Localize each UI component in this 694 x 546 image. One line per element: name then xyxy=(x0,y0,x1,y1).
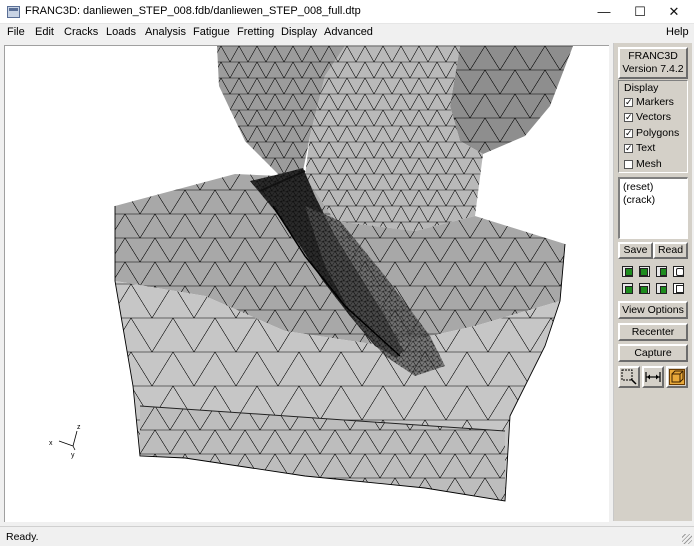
save-view-button[interactable]: Save xyxy=(618,242,653,259)
menu-display[interactable]: Display xyxy=(281,26,317,38)
recenter-button[interactable]: Recenter xyxy=(618,323,688,341)
checkbox-text-box[interactable]: ✓ xyxy=(624,144,633,153)
model-viewport[interactable]: z x y xyxy=(4,45,609,522)
checkbox-polygons-box[interactable]: ✓ xyxy=(624,129,633,138)
axis-label-z: z xyxy=(77,424,81,431)
menu-advanced[interactable]: Advanced xyxy=(324,26,373,38)
view-wireframe-icon[interactable] xyxy=(671,280,687,296)
menu-bar: File Edit Cracks Loads Analysis Fatigue … xyxy=(0,24,694,42)
saved-views-list[interactable]: (reset) (crack) xyxy=(618,177,688,239)
menu-loads[interactable]: Loads xyxy=(106,26,136,38)
minimize-button[interactable]: — xyxy=(584,0,624,24)
bounding-box-icon[interactable] xyxy=(666,366,688,388)
measure-icon[interactable] xyxy=(642,366,664,388)
close-button[interactable]: ✕ xyxy=(654,0,694,24)
view-options-button[interactable]: View Options xyxy=(618,301,688,319)
title-bar: FRANC3D: danliewen_STEP_008.fdb/danliewe… xyxy=(0,0,694,24)
app-version: Version 7.4.2 xyxy=(622,63,684,75)
capture-button[interactable]: Capture xyxy=(618,344,688,362)
view-front-icon[interactable] xyxy=(620,263,636,279)
resize-grip[interactable] xyxy=(682,534,692,544)
status-text: Ready. xyxy=(6,531,39,543)
axis-label-x: x xyxy=(49,440,53,447)
menu-fretting[interactable]: Fretting xyxy=(237,26,274,38)
view-bottom-icon[interactable] xyxy=(654,280,670,296)
view-top-icon[interactable] xyxy=(637,280,653,296)
menu-fatigue[interactable]: Fatigue xyxy=(193,26,230,38)
checkbox-vectors-box[interactable]: ✓ xyxy=(624,113,633,122)
view-back-icon[interactable] xyxy=(637,263,653,279)
app-name: FRANC3D xyxy=(628,50,678,62)
list-item[interactable]: (crack) xyxy=(623,194,684,207)
menu-help[interactable]: Help xyxy=(666,26,689,38)
read-view-button[interactable]: Read xyxy=(653,242,688,259)
menu-cracks[interactable]: Cracks xyxy=(64,26,98,38)
status-bar: Ready. xyxy=(0,526,694,546)
app-icon xyxy=(7,6,20,18)
view-iso-icon[interactable] xyxy=(671,263,687,279)
checkbox-mesh-box[interactable] xyxy=(624,160,633,169)
checkbox-markers-box[interactable]: ✓ xyxy=(624,98,633,107)
axis-triad: z x y xyxy=(49,424,81,459)
view-right-icon[interactable] xyxy=(654,263,670,279)
axis-label-y: y xyxy=(71,452,75,459)
display-options-group: Display ✓ Markers ✓ Vectors ✓ Polygons ✓… xyxy=(618,80,688,173)
menu-analysis[interactable]: Analysis xyxy=(145,26,186,38)
version-button[interactable]: FRANC3D Version 7.4.2 xyxy=(618,47,688,79)
menu-edit[interactable]: Edit xyxy=(35,26,54,38)
menu-file[interactable]: File xyxy=(7,26,25,38)
window-title: FRANC3D: danliewen_STEP_008.fdb/danliewe… xyxy=(25,5,361,17)
list-item[interactable]: (reset) xyxy=(623,181,684,194)
zoom-box-icon[interactable] xyxy=(618,366,640,388)
display-group-title: Display xyxy=(624,82,659,94)
control-panel: FRANC3D Version 7.4.2 Display ✓ Markers … xyxy=(613,43,692,521)
view-left-icon[interactable] xyxy=(620,280,636,296)
